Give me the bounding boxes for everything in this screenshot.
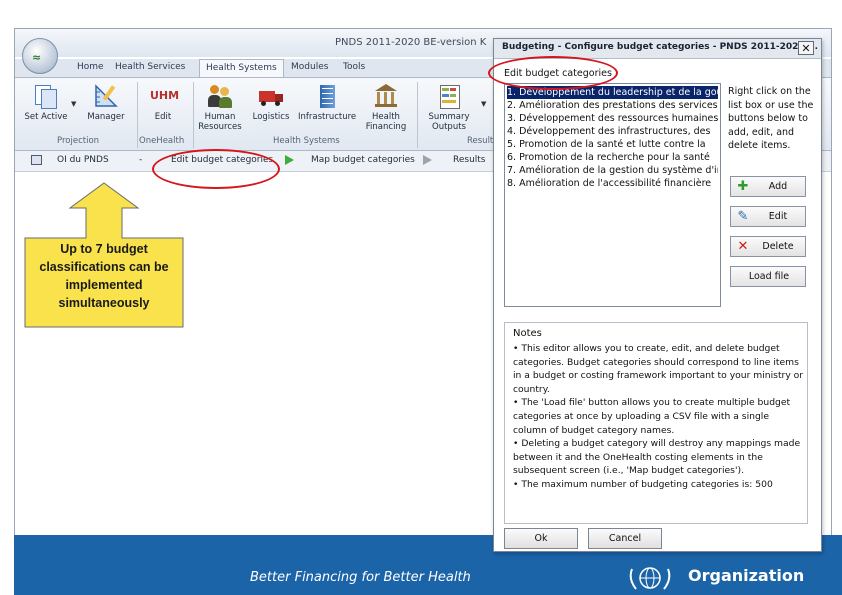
list-item[interactable]: 6. Promotion de la recherche pour la san… [507, 151, 718, 164]
set-active-label: Set Active [24, 112, 68, 122]
add-label: Add [768, 181, 788, 192]
group-label-onehealth: OneHealth [139, 136, 185, 146]
copy-pages-icon [33, 83, 59, 109]
footer-tagline: Better Financing for Better Health [250, 570, 471, 585]
group-divider [417, 82, 418, 148]
highlight-oval-dialog [488, 56, 618, 90]
tab-tools[interactable]: Tools [343, 62, 365, 72]
group-label-health-systems: Health Systems [273, 136, 340, 146]
group-label-projection: Projection [57, 136, 100, 146]
logistics-button[interactable]: Logistics [242, 83, 300, 122]
app-title: PNDS 2011-2020 BE-version K [335, 37, 487, 48]
health-financing-button[interactable]: Health Financing [357, 83, 415, 132]
infrastructure-button[interactable]: Infrastructure [298, 83, 356, 122]
summary-outputs-label: Summary Outputs [428, 112, 470, 132]
load-file-button[interactable]: Load file [730, 266, 806, 287]
application-orb-button[interactable]: ≈ [22, 38, 58, 74]
delete-label: Delete [762, 241, 794, 252]
load-file-label: Load file [748, 271, 790, 282]
dropdown-arrow-icon[interactable]: ▼ [71, 100, 76, 108]
ok-button[interactable]: Ok [504, 528, 578, 549]
footer-organization: Organization [688, 566, 805, 585]
notes-title: Notes [513, 328, 542, 339]
workflow-step-results[interactable]: Results [453, 155, 486, 165]
list-item[interactable]: 5. Promotion de la santé et lutte contre… [507, 138, 718, 151]
people-icon [207, 83, 233, 109]
workflow-step-map-budget-categories[interactable]: Map budget categories [311, 155, 415, 165]
arrow-right-icon [285, 155, 294, 165]
health-financing-label: Health Financing [365, 112, 407, 132]
note-item: • Deleting a budget category will destro… [513, 438, 801, 477]
configure-budget-categories-dialog: Budgeting - Configure budget categories … [493, 38, 822, 552]
list-item[interactable]: 3. Développement des ressources humaines [507, 112, 718, 125]
pencil-icon: ✎ [737, 209, 749, 224]
infrastructure-label: Infrastructure [298, 112, 357, 122]
notes-panel: Notes • This editor allows you to create… [504, 322, 808, 524]
cancel-button[interactable]: Cancel [588, 528, 662, 549]
dropdown-arrow-icon[interactable]: ▼ [481, 100, 486, 108]
building-icon [314, 83, 340, 109]
logistics-label: Logistics [252, 112, 290, 122]
uhm-edit-button[interactable]: UHM Edit [134, 83, 192, 122]
edit-button[interactable]: ✎ Edit [730, 206, 806, 227]
listbox-hint: Right click on the list box or use the b… [728, 86, 814, 151]
uhm-logo-icon: UHM [150, 89, 180, 102]
note-item: • The 'Load file' button allows you to c… [513, 397, 791, 436]
ruler-triangle-icon [93, 83, 119, 109]
summary-outputs-button[interactable]: Summary Outputs [420, 83, 478, 132]
add-button[interactable]: ✚ Add [730, 176, 806, 197]
truck-icon [258, 83, 284, 109]
note-item: • This editor allows you to create, edit… [513, 343, 804, 395]
tab-modules[interactable]: Modules [291, 62, 328, 72]
bank-icon [373, 83, 399, 109]
un-emblem-icon [629, 567, 671, 590]
app-logo-icon: ≈ [32, 51, 42, 64]
list-item[interactable]: 8. Amélioration de l'accessibilité finan… [507, 177, 718, 190]
grid-icon [31, 155, 42, 165]
note-item: • The maximum number of budgeting catego… [513, 478, 773, 490]
human-resources-button[interactable]: Human Resources [191, 83, 249, 132]
list-item[interactable]: 4. Développement des infrastructures, de… [507, 125, 718, 138]
plus-icon: ✚ [737, 179, 749, 194]
notes-body: • This editor allows you to create, edit… [513, 342, 805, 492]
human-resources-label: Human Resources [198, 112, 242, 132]
set-active-button[interactable]: Set Active [17, 83, 75, 122]
workflow-step-oi-du-pnds[interactable]: OI du PNDS [57, 155, 109, 165]
list-item[interactable]: 7. Amélioration de la gestion du système… [507, 164, 718, 177]
tab-health-services[interactable]: Health Services [115, 62, 185, 72]
dialog-title: Budgeting - Configure budget categories … [502, 42, 819, 52]
list-item[interactable]: 2. Amélioration des prestations des serv… [507, 99, 718, 112]
edit-label: Edit [154, 112, 172, 122]
delete-x-icon: ✕ [737, 239, 749, 254]
arrow-right-icon [423, 155, 432, 165]
tab-home[interactable]: Home [77, 62, 104, 72]
tab-health-systems[interactable]: Health Systems [199, 59, 284, 77]
budget-category-listbox[interactable]: 1. Développement du leadership et de la … [504, 83, 721, 307]
manager-label: Manager [87, 112, 125, 122]
delete-button[interactable]: ✕ Delete [730, 236, 806, 257]
manager-button[interactable]: Manager [77, 83, 135, 122]
callout-text: Up to 7 budget classifications can be im… [39, 242, 169, 310]
close-button[interactable]: ✕ [798, 41, 814, 55]
edit-label: Edit [768, 211, 788, 222]
summary-table-icon [436, 83, 462, 109]
workflow-separator: - [139, 155, 143, 165]
